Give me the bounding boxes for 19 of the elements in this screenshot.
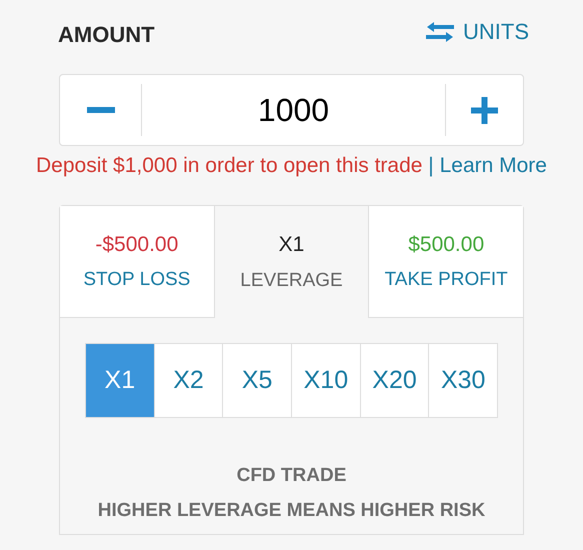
units-toggle[interactable]: UNITS [425, 15, 529, 48]
notice-text: HIGHER LEVERAGE MEANS HIGHER RISK [98, 498, 486, 522]
deposit-warning: Deposit $1,000 in order to open this trade | Learn More [35, 153, 548, 179]
amount-input[interactable]: 1000 [142, 75, 445, 145]
leverage-option[interactable]: X5 [222, 344, 292, 417]
notice-title: CFD TRADE [236, 464, 346, 488]
amount-stepper[interactable]: 1000 [59, 74, 524, 146]
trade-tab[interactable]: -$500.00 STOP LOSS [60, 206, 215, 318]
leverage-option[interactable]: X2 [154, 344, 222, 417]
plus-icon [471, 96, 498, 124]
leverage-option[interactable]: X10 [291, 344, 360, 417]
amount-label: AMOUNT [58, 21, 155, 49]
leverage-option[interactable]: X30 [428, 344, 498, 417]
learn-more-link[interactable]: Learn More [440, 154, 547, 177]
leverage-option[interactable]: X1 [86, 344, 154, 417]
leverage-option[interactable]: X20 [360, 344, 428, 417]
swap-arrows-icon [425, 20, 455, 44]
trade-tab[interactable]: $500.00 TAKE PROFIT [368, 206, 524, 318]
minus-icon [86, 107, 114, 113]
